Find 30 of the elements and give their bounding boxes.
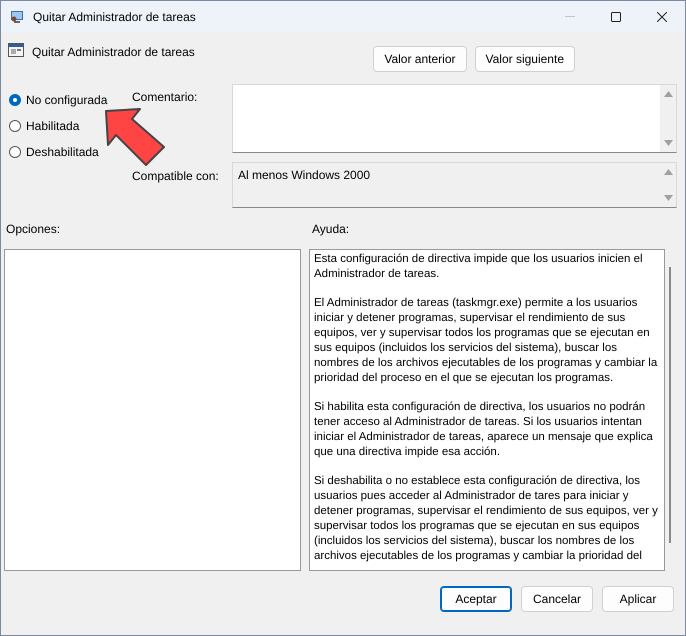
compatible-label: Compatible con: xyxy=(132,169,220,183)
window-title: Quitar Administrador de tareas xyxy=(33,10,197,24)
arrow-icon xyxy=(104,107,166,169)
scroll-up-icon[interactable] xyxy=(664,168,672,175)
previous-setting-button[interactable]: Valor anterior xyxy=(373,46,466,72)
comment-field[interactable] xyxy=(232,84,677,153)
help-paragraph: Si habilita esta configuración de directiva, los usuarios no podrán tener acceso al Administrador de tareas. Si los usuarios intentan iniciar el Administrador de tareas, aparece un mensaje que explica que una directiva impide esa acción. xyxy=(314,400,654,460)
policy-settings-icon xyxy=(8,42,24,58)
scroll-down-icon[interactable] xyxy=(664,140,672,146)
computer-icon xyxy=(9,8,25,24)
radio-option[interactable]: No configurada xyxy=(9,93,108,107)
options-label: Opciones: xyxy=(6,222,62,236)
scroll-down-icon[interactable] xyxy=(664,195,672,201)
dialog-button[interactable]: Cancelar xyxy=(521,586,593,612)
comment-label: Comentario: xyxy=(132,90,198,104)
close-icon[interactable] xyxy=(657,12,667,22)
dialog-button[interactable]: Aceptar xyxy=(440,586,512,612)
scroll-up-icon[interactable] xyxy=(664,91,672,97)
compatible-field: Al menos Windows 2000 xyxy=(232,162,677,208)
help-paragraph: El Administrador de tareas (taskmgr.exe) permite a los usuarios iniciar y detener programas, supervisar el rendimiento de sus equipos, ver y supervisar todos los programas que se ejecutan en sus equipos (incluidos los servicios del sistema), buscar los nombres de los archivos ejecutables de los programas y cambiar la prioridad del proceso en el que se ejecutan los programas. xyxy=(314,296,658,386)
setting-name: Quitar Administrador de tareas xyxy=(32,45,196,59)
help-paragraph: Si deshabilita o no establece esta configuración de directiva, los usuarios pues acceder al Administrador de tares para iniciar y detener programas, supervisar el rendimiento de sus equipos, ver y supervisar todos los programas que se ejecutan en sus equipos (incluidos los servicios del sistema), buscar los nombres de los archivos ejecutables de los programas y cambiar la prioridad del xyxy=(314,474,659,564)
radio-option[interactable]: Habilitada xyxy=(9,119,80,133)
help-paragraph: Esta configuración de directiva impide que los usuarios inicien el Administrador de tareas. xyxy=(314,252,644,282)
maximize-icon[interactable] xyxy=(611,12,621,22)
dialog-button[interactable]: Aplicar xyxy=(602,586,674,612)
scrollbar-thumb[interactable] xyxy=(669,267,671,543)
help-label: Ayuda: xyxy=(312,222,350,236)
radio-option[interactable]: Deshabilitada xyxy=(9,145,99,159)
next-setting-button[interactable]: Valor siguiente xyxy=(474,46,575,72)
